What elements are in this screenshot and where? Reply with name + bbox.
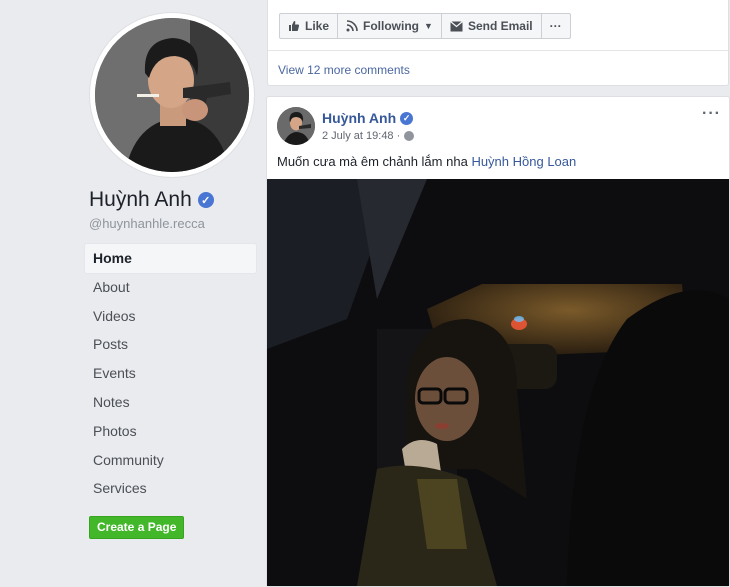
- profile-picture[interactable]: [95, 18, 249, 172]
- like-button-label: Like: [305, 19, 330, 33]
- nav-item-home[interactable]: Home: [85, 244, 256, 273]
- post-card: Huỳnh Anh ✓ 2 July at 19:48 · ··· Muốn c…: [266, 96, 730, 587]
- verified-badge-icon: ✓: [400, 111, 414, 125]
- more-options-icon: ···: [549, 19, 562, 33]
- nav-item-notes[interactable]: Notes: [85, 388, 256, 417]
- like-button[interactable]: Like: [279, 13, 339, 39]
- profile-name-text[interactable]: Huỳnh Anh: [89, 188, 192, 212]
- post-author[interactable]: Huỳnh Anh ✓: [322, 110, 414, 126]
- profile-nav: Home About Videos Posts Events Notes Pho…: [85, 244, 256, 503]
- send-email-button[interactable]: Send Email: [440, 13, 542, 39]
- globe-icon: [404, 131, 415, 141]
- page-actions-bar: Like Following ▼ Send Email ···: [279, 13, 571, 39]
- create-page-button[interactable]: Create a Page: [89, 516, 185, 539]
- verified-badge-icon: ✓: [197, 192, 214, 208]
- post-text: Muốn cưa mà êm chảnh lắm nha Huỳnh Hồng …: [277, 154, 576, 169]
- send-email-button-label: Send Email: [467, 19, 533, 33]
- left-column: Huỳnh Anh ✓ @huynhanhle.recca Home About…: [0, 0, 262, 585]
- following-button-label: Following: [363, 19, 420, 33]
- post-options-menu[interactable]: ···: [702, 105, 721, 123]
- nav-item-community[interactable]: Community: [85, 446, 256, 475]
- following-button[interactable]: Following ▼: [337, 13, 442, 39]
- nav-item-photos[interactable]: Photos: [85, 417, 256, 446]
- profile-name[interactable]: Huỳnh Anh ✓: [89, 188, 214, 212]
- nav-item-videos[interactable]: Videos: [85, 302, 256, 331]
- profile-picture-frame[interactable]: [90, 13, 254, 177]
- more-options-button[interactable]: ···: [540, 13, 571, 39]
- thumbs-up-icon: [289, 21, 300, 31]
- post-message: Muốn cưa mà êm chảnh lắm nha: [277, 154, 468, 169]
- profile-handle[interactable]: @huynhanhle.recca: [89, 216, 205, 231]
- view-more-comments-link[interactable]: View 12 more comments: [278, 63, 410, 77]
- post-author-name[interactable]: Huỳnh Anh: [322, 110, 396, 126]
- nav-item-services[interactable]: Services: [85, 474, 256, 503]
- tagged-user-link[interactable]: Huỳnh Hồng Loan: [471, 154, 576, 169]
- post-author-avatar[interactable]: [277, 107, 315, 145]
- nav-item-posts[interactable]: Posts: [85, 330, 256, 359]
- nav-item-events[interactable]: Events: [85, 359, 256, 388]
- post-meta: 2 July at 19:48 ·: [322, 130, 415, 142]
- nav-item-about[interactable]: About: [85, 273, 256, 302]
- post-photo[interactable]: [267, 179, 729, 586]
- chevron-down-icon: ▼: [424, 21, 433, 31]
- envelope-icon: [450, 20, 463, 31]
- post-timestamp[interactable]: 2 July at 19:48 ·: [322, 130, 400, 142]
- card-divider: [268, 50, 728, 51]
- page-actions-card: Like Following ▼ Send Email ··· View 12 …: [267, 0, 729, 86]
- rss-feed-icon: [346, 20, 358, 32]
